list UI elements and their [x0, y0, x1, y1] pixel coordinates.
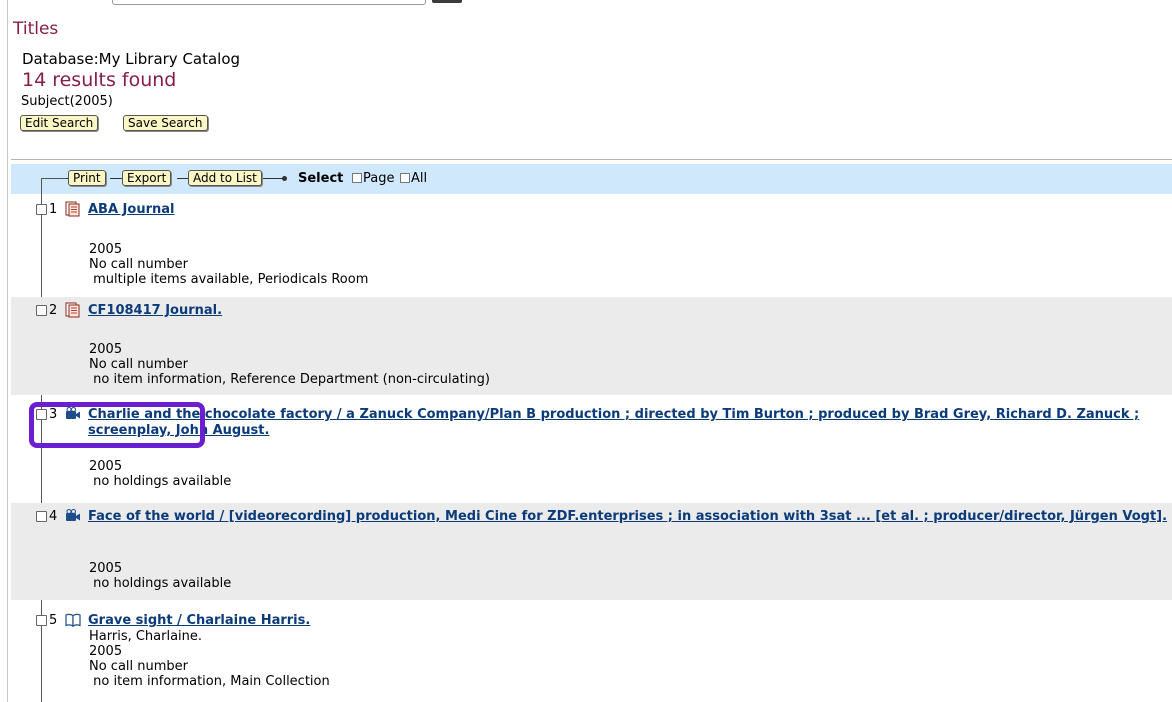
result-availability: no item information, Reference Departmen…: [89, 372, 490, 387]
result-availability: multiple items available, Periodicals Ro…: [89, 272, 369, 287]
result-item: 1 ABA Journal 2005 No call number multip…: [11, 196, 1172, 292]
page-title: Titles: [13, 19, 59, 39]
select-page-checkbox[interactable]: [352, 173, 362, 183]
result-number: 5: [49, 613, 58, 628]
toolbar-connector: [263, 178, 283, 179]
result-select-checkbox[interactable]: [36, 409, 47, 420]
search-subject: Subject(2005): [21, 94, 113, 109]
results-toolbar: Print Export Add to List Select Page All: [11, 164, 1172, 194]
video-camera-icon: [66, 407, 80, 419]
result-call-number: No call number: [89, 357, 189, 372]
export-button[interactable]: Export: [122, 170, 172, 186]
journal-icon: [65, 302, 80, 318]
result-select-checkbox[interactable]: [36, 305, 47, 316]
browser-toolbar-fragment: [0, 0, 1172, 5]
result-title-link[interactable]: Grave sight / Charlaine Harris.: [88, 613, 1168, 629]
result-call-number: No call number: [89, 659, 189, 674]
result-item: 5 Grave sight / Charlaine Harris. Harris…: [11, 607, 1172, 702]
edit-search-button[interactable]: Edit Search: [20, 115, 99, 131]
result-number: 4: [49, 509, 58, 524]
result-select-checkbox[interactable]: [36, 511, 47, 522]
select-page-label: Page: [363, 171, 395, 186]
left-frame-edge: [7, 0, 8, 702]
journal-icon: [65, 201, 80, 217]
select-label: Select: [298, 171, 344, 186]
add-to-list-button[interactable]: Add to List: [188, 170, 262, 186]
result-year: 2005: [89, 242, 123, 257]
result-number: 1: [49, 202, 58, 217]
result-year: 2005: [89, 644, 123, 659]
result-item: 3 Charlie and the chocolate factory / a …: [11, 401, 1172, 498]
results-count: 14 results found: [22, 69, 177, 91]
database-name: My Library Catalog: [98, 50, 241, 68]
select-all-checkbox[interactable]: [400, 173, 410, 183]
toolbar-connector-dot: [282, 176, 287, 181]
result-title-link[interactable]: ABA Journal: [88, 202, 1168, 218]
database-label: Database:: [22, 50, 99, 68]
toolbar-connector: [110, 178, 122, 179]
result-availability: no holdings available: [89, 474, 232, 489]
results-tree-corner: [41, 178, 66, 179]
database-line: Database:My Library Catalog: [22, 50, 240, 68]
result-year: 2005: [89, 342, 123, 357]
result-number: 3: [49, 407, 58, 422]
book-icon: [65, 613, 81, 628]
result-select-checkbox[interactable]: [36, 615, 47, 626]
result-author: Harris, Charlaine.: [89, 629, 203, 644]
result-call-number: No call number: [89, 257, 189, 272]
result-select-checkbox[interactable]: [36, 204, 47, 215]
result-item: 4 Face of the world / [videorecording] p…: [11, 503, 1172, 600]
result-title-link[interactable]: CF108417 Journal.: [88, 303, 1168, 319]
result-year: 2005: [89, 561, 123, 576]
result-number: 2: [49, 303, 58, 318]
video-camera-icon: [66, 509, 80, 521]
search-field-fragment[interactable]: [112, 0, 426, 5]
result-availability: no holdings available: [89, 576, 232, 591]
result-title-link[interactable]: Charlie and the chocolate factory / a Za…: [88, 407, 1168, 439]
search-go-button-fragment[interactable]: [432, 0, 462, 3]
result-year: 2005: [89, 459, 123, 474]
select-all-label: All: [411, 171, 428, 186]
result-title-link[interactable]: Face of the world / [videorecording] pro…: [88, 509, 1168, 525]
section-divider: [11, 159, 1172, 160]
result-item: 2 CF108417 Journal. 2005 No call number …: [11, 297, 1172, 395]
print-button[interactable]: Print: [68, 170, 106, 186]
result-availability: no item information, Main Collection: [89, 674, 330, 689]
save-search-button[interactable]: Save Search: [123, 115, 208, 131]
